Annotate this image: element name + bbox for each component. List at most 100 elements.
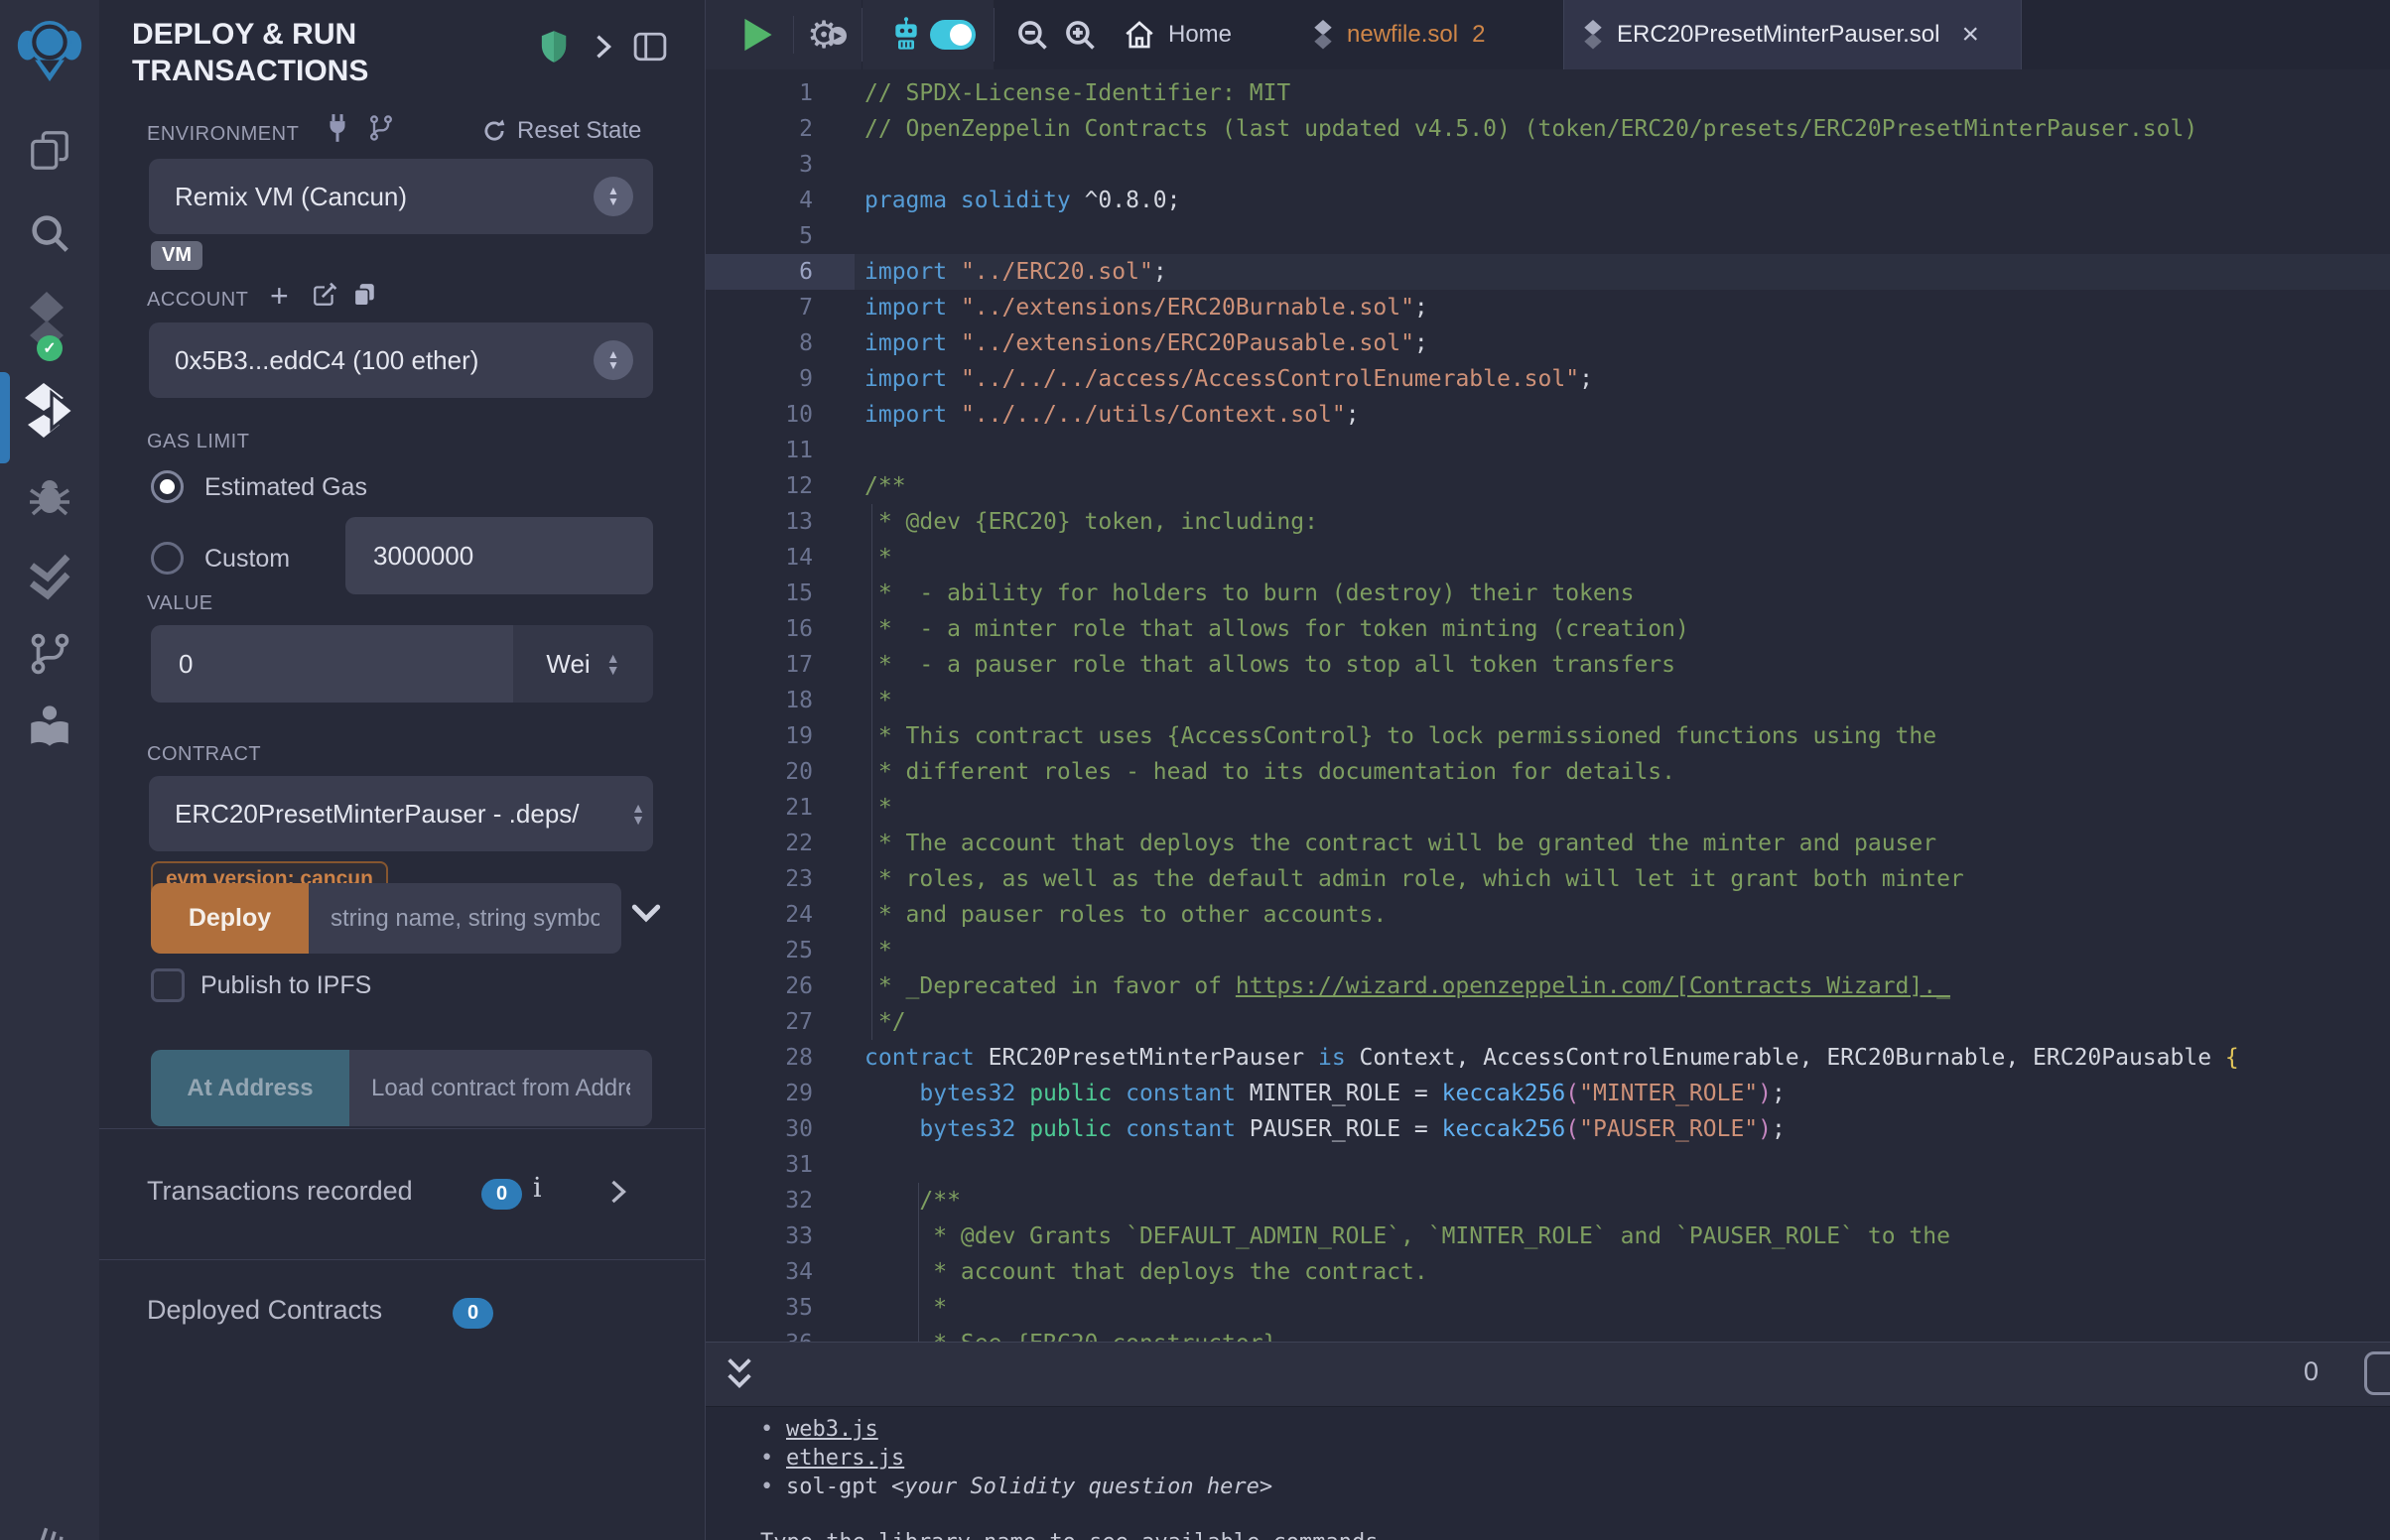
shield-icon[interactable]	[539, 30, 569, 68]
solidity-compiler-icon[interactable]: ✓	[0, 292, 99, 355]
contract-select[interactable]: ERC20PresetMinterPauser - .deps/ ▲▼	[149, 776, 653, 851]
line-number: 4	[706, 183, 855, 218]
code-line-21[interactable]: 21 *	[706, 790, 2390, 826]
copy-account-icon[interactable]	[351, 282, 377, 313]
code-line-23[interactable]: 23 * roles, as well as the default admin…	[706, 861, 2390, 897]
deploy-expand-chevron-icon[interactable]	[631, 901, 661, 930]
code-line-22[interactable]: 22 * The account that deploys the contra…	[706, 826, 2390, 861]
account-value: 0x5B3...eddC4 (100 ether)	[175, 345, 478, 376]
fork-icon[interactable]	[367, 113, 395, 148]
code-line-15[interactable]: 15 * - ability for holders to burn (dest…	[706, 576, 2390, 611]
code-line-5[interactable]: 5	[706, 218, 2390, 254]
refresh-icon	[481, 118, 507, 144]
code-line-29[interactable]: 29 bytes32 public constant MINTER_ROLE =…	[706, 1076, 2390, 1111]
code-line-8[interactable]: 8import "../extensions/ERC20Pausable.sol…	[706, 325, 2390, 361]
estimated-gas-radio[interactable]	[151, 470, 184, 503]
zoom-out-icon[interactable]	[1015, 0, 1049, 69]
terminal-entry[interactable]: •ethers.js	[760, 1444, 2390, 1473]
code-line-11[interactable]: 11	[706, 433, 2390, 468]
git-icon[interactable]	[0, 631, 99, 677]
at-address-button[interactable]: At Address	[151, 1050, 349, 1126]
code-line-2[interactable]: 2// OpenZeppelin Contracts (last updated…	[706, 111, 2390, 147]
reset-state-button[interactable]: Reset State	[481, 117, 641, 145]
code-line-28[interactable]: 28contract ERC20PresetMinterPauser is Co…	[706, 1040, 2390, 1076]
expand-chevron-icon[interactable]	[592, 34, 615, 64]
code-line-9[interactable]: 9import "../../../access/AccessControlEn…	[706, 361, 2390, 397]
code-line-10[interactable]: 10import "../../../utils/Context.sol";	[706, 397, 2390, 433]
debugger-icon[interactable]	[0, 472, 99, 520]
unit-testing-icon[interactable]	[0, 552, 99, 603]
terminal-bar[interactable]: 0	[706, 1342, 2390, 1407]
zoom-in-icon[interactable]	[1063, 0, 1097, 69]
code-line-16[interactable]: 16 * - a minter role that allows for tok…	[706, 611, 2390, 647]
script-config-gear-icon[interactable]: ⚙▶	[807, 0, 841, 69]
tab-erc20presetminterpauser[interactable]: ERC20PresetMinterPauser.sol ×	[1563, 0, 2022, 69]
code-line-19[interactable]: 19 * This contract uses {AccessControl} …	[706, 718, 2390, 754]
code-line-32[interactable]: 32 /**	[706, 1183, 2390, 1219]
code-line-27[interactable]: 27 */	[706, 1004, 2390, 1040]
code-line-31[interactable]: 31	[706, 1147, 2390, 1183]
code-line-12[interactable]: 12/**	[706, 468, 2390, 504]
file-explorer-icon[interactable]	[0, 127, 99, 173]
home-tab[interactable]: Home	[1123, 0, 1232, 69]
custom-gas-label: Custom	[204, 545, 290, 574]
info-icon[interactable]: i	[533, 1173, 542, 1204]
line-number: 27	[706, 1004, 855, 1040]
publish-ipfs-checkbox[interactable]	[151, 968, 185, 1002]
terminal-menu-icon[interactable]	[2364, 1351, 2390, 1395]
code-line-17[interactable]: 17 * - a pauser role that allows to stop…	[706, 647, 2390, 683]
deploy-params-input[interactable]	[309, 883, 621, 954]
code-line-30[interactable]: 30 bytes32 public constant PAUSER_ROLE =…	[706, 1111, 2390, 1147]
code-editor[interactable]: 1// SPDX-License-Identifier: MIT2// Open…	[706, 69, 2390, 1342]
code-line-34[interactable]: 34 * account that deploys the contract.	[706, 1254, 2390, 1290]
add-account-icon[interactable]: +	[270, 278, 289, 315]
learneth-icon[interactable]	[0, 703, 99, 752]
at-address-input[interactable]	[349, 1050, 652, 1126]
settings-icon[interactable]	[0, 1520, 99, 1540]
estimated-gas-label: Estimated Gas	[204, 473, 367, 502]
sign-message-icon[interactable]	[312, 282, 337, 313]
tab-close-icon[interactable]: ×	[1961, 20, 1979, 50]
value-input[interactable]	[151, 625, 513, 703]
plug-icon[interactable]	[324, 113, 351, 148]
line-number: 11	[706, 433, 855, 468]
code-line-4[interactable]: 4pragma solidity ^0.8.0;	[706, 183, 2390, 218]
account-select[interactable]: 0x5B3...eddC4 (100 ether) ▲▼	[149, 322, 653, 398]
code-line-33[interactable]: 33 * @dev Grants `DEFAULT_ADMIN_ROLE`, `…	[706, 1219, 2390, 1254]
code-line-14[interactable]: 14 *	[706, 540, 2390, 576]
terminal-output[interactable]: •web3.js•ethers.js•sol-gpt <your Solidit…	[706, 1407, 2390, 1540]
deploy-button[interactable]: Deploy	[151, 883, 309, 954]
code-line-3[interactable]: 3	[706, 147, 2390, 183]
remix-logo[interactable]	[0, 14, 99, 83]
search-icon[interactable]	[0, 210, 99, 256]
code-line-6[interactable]: 6import "../ERC20.sol";	[706, 254, 2390, 290]
ai-copilot-toggle[interactable]	[930, 0, 976, 69]
code-line-7[interactable]: 7import "../extensions/ERC20Burnable.sol…	[706, 290, 2390, 325]
code-line-20[interactable]: 20 * different roles - head to its docum…	[706, 754, 2390, 790]
contract-value: ERC20PresetMinterPauser - .deps/	[175, 799, 580, 830]
transactions-recorded-label: Transactions recorded	[147, 1176, 413, 1207]
custom-gas-input[interactable]	[345, 517, 653, 594]
code-line-25[interactable]: 25 *	[706, 933, 2390, 968]
run-script-icon[interactable]	[741, 0, 775, 69]
tab-newfile[interactable]: newfile.sol 2	[1312, 0, 1485, 69]
line-number: 24	[706, 897, 855, 933]
custom-gas-radio[interactable]	[151, 542, 184, 575]
collapse-terminal-icon[interactable]	[726, 1356, 753, 1399]
ai-assistant-robot-icon[interactable]	[890, 0, 922, 69]
value-unit-select[interactable]: Wei ▲▼	[513, 625, 653, 703]
code-line-35[interactable]: 35 *	[706, 1290, 2390, 1326]
code-line-1[interactable]: 1// SPDX-License-Identifier: MIT	[706, 75, 2390, 111]
code-line-26[interactable]: 26 * _Deprecated in favor of https://wiz…	[706, 968, 2390, 1004]
code-line-36[interactable]: 36 * See {ERC20-constructor}.	[706, 1326, 2390, 1342]
deploy-run-icon[interactable]	[0, 381, 99, 441]
line-number: 23	[706, 861, 855, 897]
code-line-24[interactable]: 24 * and pauser roles to other accounts.	[706, 897, 2390, 933]
code-line-18[interactable]: 18 *	[706, 683, 2390, 718]
environment-select[interactable]: Remix VM (Cancun) ▲▼	[149, 159, 653, 234]
line-number: 30	[706, 1111, 855, 1147]
terminal-entry[interactable]: •web3.js	[760, 1415, 2390, 1444]
code-line-13[interactable]: 13 * @dev {ERC20} token, including:	[706, 504, 2390, 540]
pin-panel-icon[interactable]	[633, 32, 667, 66]
transactions-expand-chevron-icon[interactable]	[607, 1179, 629, 1210]
